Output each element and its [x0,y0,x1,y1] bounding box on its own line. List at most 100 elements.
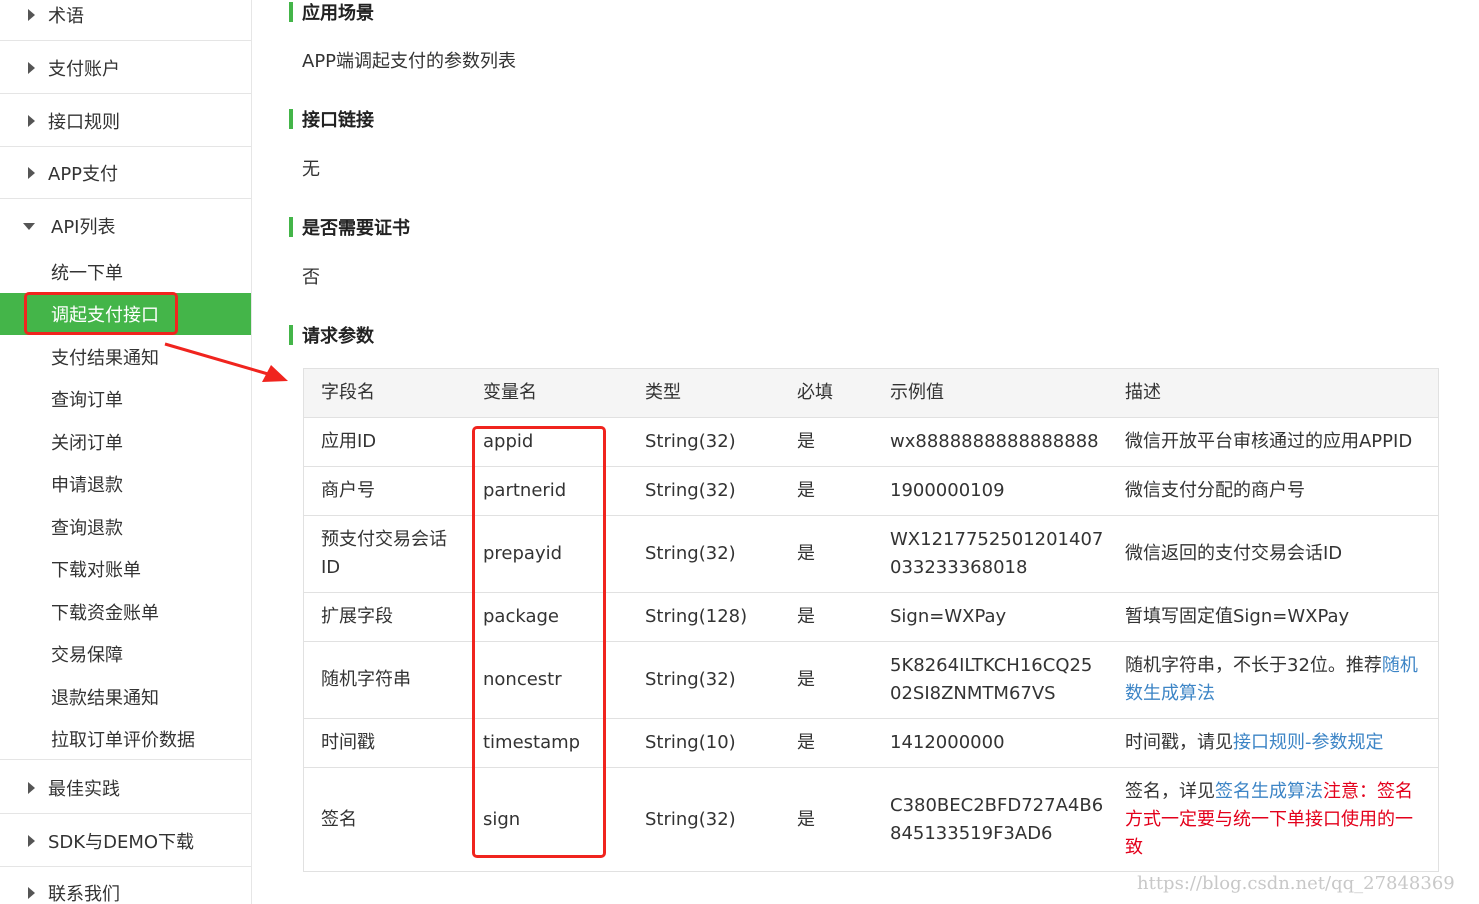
column-header: 示例值 [890,382,944,403]
field-example: C380BEC2BFD727A4B6 845133519F3AD6 [890,768,1112,871]
sidebar-item-refund-notify[interactable]: 退款结果通知 [0,676,251,718]
sidebar-item-payment-notify[interactable]: 支付结果通知 [0,336,251,378]
column-header: 字段名 [321,382,375,403]
field-type: String(32) [645,669,736,690]
sidebar-group-interface-rules[interactable]: 接口规则 [0,95,251,147]
triangle-right-icon [28,781,35,794]
section-body-scenario: APP端调起支付的参数列表 [302,51,517,72]
triangle-right-icon [28,61,35,74]
table-row: 商户号 partnerid String(32) 是 1900000109 微信… [304,466,1438,515]
sidebar-group-contact[interactable]: 联系我们 [0,867,251,904]
section-heading-link: 接口链接 [289,108,374,131]
sidebar-item-order-comments[interactable]: 拉取订单评价数据 [0,718,251,760]
section-heading-params: 请求参数 [289,324,374,347]
sidebar-group-label: API列表 [51,217,116,238]
sidebar: 术语 支付账户 接口规则 APP支付 API列表 统一下单 调起支付接口 支付结… [0,0,252,904]
field-description: 时间戳，请见接口规则-参数规定 [1125,719,1425,767]
param-rules-link[interactable]: 接口规则-参数规定 [1233,732,1384,753]
sidebar-group-sdk-demo[interactable]: SDK与DEMO下载 [0,815,251,867]
sidebar-item-label: 拉取订单评价数据 [51,729,195,751]
field-description: 微信开放平台审核通过的应用APPID [1125,431,1413,452]
table-row: 应用ID appid String(32) 是 wx88888888888888… [304,417,1438,466]
triangle-right-icon [28,8,35,21]
sidebar-item-query-refund[interactable]: 查询退款 [0,506,251,548]
table-row: 时间戳 timestamp String(10) 是 1412000000 时间… [304,718,1438,767]
sidebar-item-label: 下载对账单 [51,560,141,581]
field-example: 1900000109 [890,480,1005,501]
table-header-row: 字段名 变量名 类型 必填 示例值 描述 [304,369,1438,417]
field-required: 是 [797,543,815,564]
section-title: 接口链接 [302,110,374,131]
sidebar-group-app-pay[interactable]: APP支付 [0,147,251,199]
sidebar-group-best-practice[interactable]: 最佳实践 [0,762,251,814]
sidebar-item-label: 查询订单 [51,390,123,411]
field-name: 时间戳 [321,732,375,753]
section-accent-bar [289,217,293,237]
signature-warning: 致 [1125,836,1143,858]
sidebar-item-transaction-guarantee[interactable]: 交易保障 [0,633,251,675]
sidebar-group-label: 联系我们 [48,884,120,904]
sidebar-group-label: 接口规则 [48,111,120,133]
section-body-certificate: 否 [302,267,320,288]
signature-algorithm-link[interactable]: 签名生成算法 [1215,781,1323,802]
field-required: 是 [797,732,815,753]
triangle-right-icon [28,834,35,847]
table-row: 预支付交易会话 ID prepayid String(32) 是 WX121775… [304,515,1438,592]
section-accent-bar [289,2,293,22]
variable-name: appid [483,431,534,452]
sidebar-item-label: 下载资金账单 [51,603,159,624]
sidebar-item-label: 退款结果通知 [51,688,159,709]
sidebar-group-terms[interactable]: 术语 [0,0,251,41]
field-required: 是 [797,606,815,627]
field-example: 1412000000 [890,732,1005,753]
sidebar-item-close-order[interactable]: 关闭订单 [0,421,251,463]
field-name-line: 预支付交易会话 [321,529,447,550]
random-algorithm-link[interactable]: 随机 [1382,655,1418,676]
sidebar-item-invoke-payment[interactable]: 调起支付接口 [0,293,251,335]
field-description: 随机字符串，不长于32位。推荐随机 数生成算法 [1125,642,1425,718]
watermark: https://blog.csdn.net/qq_27848369 [1137,873,1455,894]
field-required: 是 [797,808,815,830]
field-type: String(32) [645,543,736,564]
sidebar-group-pay-account[interactable]: 支付账户 [0,42,251,94]
field-name: 随机字符串 [321,669,411,690]
column-header: 类型 [645,382,681,403]
sidebar-group-label: 支付账户 [48,58,120,80]
field-example-line: WX1217752501201407 [890,529,1104,550]
section-accent-bar [289,325,293,345]
random-algorithm-link[interactable]: 数生成算法 [1125,680,1418,708]
field-description: 微信支付分配的商户号 [1125,480,1305,501]
field-name: 应用ID [321,431,377,452]
field-type: String(32) [645,808,736,830]
sidebar-item-label: 交易保障 [51,645,123,666]
field-description: 签名，详见签名生成算法注意：签名 方式一定要与统一下单接口使用的一致 [1125,768,1425,871]
variable-name: partnerid [483,480,567,501]
field-example-line: 033233368018 [890,557,1028,578]
sidebar-item-label: 调起支付接口 [51,305,159,326]
variable-name: sign [483,808,521,830]
triangle-down-icon [23,223,35,230]
sidebar-group-api-list[interactable]: API列表 [0,200,251,252]
field-type: String(10) [645,732,736,753]
variable-name: prepayid [483,543,563,564]
sidebar-group-label: 术语 [48,5,84,27]
sidebar-item-refund[interactable]: 申请退款 [0,463,251,505]
field-name: 扩展字段 [321,606,393,627]
field-name: 预支付交易会话 ID [321,516,466,592]
column-header: 必填 [797,382,833,403]
field-description: 微信返回的支付交易会话ID [1125,543,1343,564]
table-row: 签名 sign String(32) 是 C380BEC2BFD727A4B6 8… [304,767,1438,871]
sidebar-group-label: SDK与DEMO下载 [48,831,195,853]
section-title: 应用场景 [302,3,374,24]
sidebar-item-download-bill[interactable]: 下载对账单 [0,548,251,590]
sidebar-item-download-fund-bill[interactable]: 下载资金账单 [0,591,251,633]
description-text: 时间戳，请见 [1125,732,1233,753]
sidebar-item-query-order[interactable]: 查询订单 [0,378,251,420]
sidebar-item-label: 统一下单 [51,263,123,284]
signature-warning: 注意：签名 [1323,780,1413,802]
triangle-right-icon [28,887,35,899]
field-example-line: 845133519F3AD6 [890,822,1053,844]
sidebar-item-unified-order[interactable]: 统一下单 [0,251,251,293]
field-name: 商户号 [321,480,375,501]
field-description: 暂填写固定值Sign=WXPay [1125,606,1350,627]
